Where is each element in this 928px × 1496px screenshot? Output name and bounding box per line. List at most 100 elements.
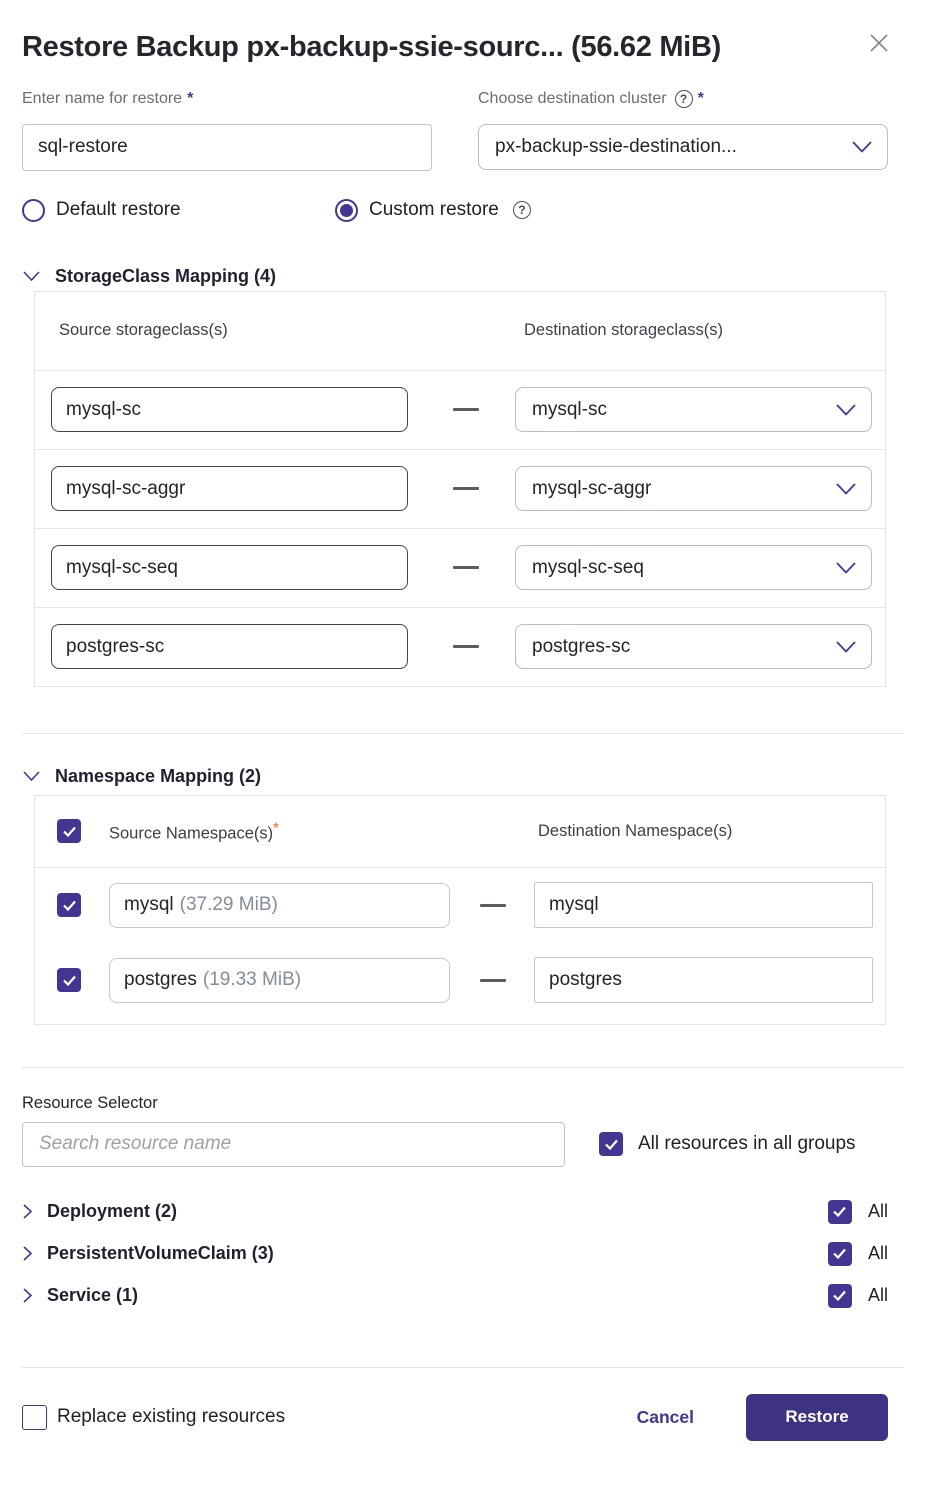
destination-cluster-select[interactable]: px-backup-ssie-destination... [478, 123, 888, 170]
source-namespace-box[interactable]: postgres (19.33 MiB) [109, 957, 450, 1003]
destination-cluster-label-text: Choose destination cluster [478, 89, 667, 107]
source-namespace-size: (37.29 MiB) [179, 894, 278, 915]
namespace-checkbox[interactable] [57, 968, 81, 992]
destination-storageclass-select[interactable]: postgres-sc [515, 624, 872, 669]
chevron-down-icon [23, 271, 40, 282]
chevron-down-icon [23, 771, 40, 782]
dialog-footer: Replace existing resources Cancel Restor… [22, 1393, 888, 1441]
group-all-label: All [867, 1201, 888, 1221]
group-all-toggle[interactable]: All [827, 1199, 888, 1224]
destination-namespace-input[interactable] [534, 957, 873, 1003]
chevron-down-icon [836, 561, 856, 574]
select-all-namespaces-checkbox[interactable] [57, 819, 81, 843]
replace-existing-label: Replace existing resources [57, 1406, 286, 1427]
storageclass-section-title: StorageClass Mapping (4) [55, 265, 277, 286]
chevron-right-icon [23, 1246, 33, 1261]
cancel-button[interactable]: Cancel [637, 1407, 694, 1428]
destination-storageclass-value: mysql-sc [532, 398, 607, 420]
destination-cluster-group: Choose destination cluster ? * px-backup-… [478, 89, 888, 171]
resource-search-row: All resources in all groups [22, 1121, 888, 1167]
radio-custom-label: Custom restore [369, 199, 499, 220]
check-icon [833, 1206, 847, 1218]
source-storageclass-header: Source storageclass(s) [59, 321, 228, 339]
resource-group-deployment[interactable]: Deployment (2) All [22, 1191, 888, 1233]
restore-name-label-text: Enter name for restore [22, 89, 183, 107]
storageclass-row: postgres-sc [35, 606, 885, 686]
check-icon [833, 1248, 847, 1260]
source-namespace-box[interactable]: mysql (37.29 MiB) [109, 882, 450, 928]
check-icon [604, 1139, 618, 1150]
group-all-checkbox[interactable] [827, 1199, 852, 1224]
divider [22, 732, 904, 734]
required-asterisk: * [273, 818, 279, 835]
source-storageclass-input[interactable] [51, 466, 408, 511]
source-namespace-name: mysql [124, 894, 174, 915]
replace-existing-checkbox[interactable] [22, 1404, 47, 1430]
group-all-toggle[interactable]: All [827, 1241, 888, 1266]
group-all-toggle[interactable]: All [827, 1283, 888, 1308]
group-all-label: All [867, 1285, 888, 1305]
close-icon[interactable] [866, 30, 892, 56]
destination-storageclass-value: mysql-sc-aggr [532, 477, 652, 499]
all-resources-toggle[interactable]: All resources in all groups [599, 1132, 856, 1156]
namespace-section-toggle[interactable]: Namespace Mapping (2) [22, 766, 888, 787]
check-icon [62, 975, 76, 986]
replace-existing-toggle[interactable]: Replace existing resources [22, 1404, 286, 1430]
destination-storageclass-value: mysql-sc-seq [532, 556, 644, 578]
radio-default-restore[interactable]: Default restore [22, 198, 335, 222]
restore-name-input[interactable] [22, 123, 432, 171]
source-namespace-size: (19.33 MiB) [202, 969, 302, 990]
namespace-table: Source Namespace(s)* Destination Namespa… [34, 794, 886, 1025]
mapping-dash-icon [453, 566, 479, 569]
storageclass-row: mysql-sc-aggr [35, 448, 885, 528]
source-namespace-header: Source Namespace(s)* [109, 819, 538, 844]
page-title: Restore Backup px-backup-ssie-sourc... (… [22, 31, 721, 63]
destination-storageclass-select[interactable]: mysql-sc-seq [515, 545, 872, 590]
mapping-dash-icon [453, 487, 479, 490]
mapping-dash-icon [453, 408, 479, 411]
namespace-table-header: Source Namespace(s)* Destination Namespa… [35, 796, 885, 868]
help-icon[interactable]: ? [512, 201, 531, 219]
resource-search-input[interactable] [22, 1121, 565, 1167]
check-icon [833, 1290, 847, 1302]
destination-namespace-header: Destination Namespace(s) [538, 821, 733, 840]
restore-name-group: Enter name for restore * [22, 90, 432, 171]
restore-backup-dialog: Restore Backup px-backup-ssie-sourc... (… [0, 0, 928, 1441]
dialog-header: Restore Backup px-backup-ssie-sourc... (… [22, 26, 888, 70]
storageclass-table: Source storageclass(s) Destination stora… [34, 290, 886, 687]
storageclass-row: mysql-sc [35, 369, 885, 449]
storageclass-table-header: Source storageclass(s) Destination stora… [35, 292, 885, 370]
divider [22, 1366, 904, 1368]
restore-button[interactable]: Restore [746, 1393, 888, 1441]
resource-group-pvc[interactable]: PersistentVolumeClaim (3) All [22, 1233, 888, 1275]
source-namespace-name: postgres [124, 969, 197, 990]
destination-storageclass-select[interactable]: mysql-sc [515, 387, 872, 432]
resource-group-label: Service (1) [47, 1285, 139, 1305]
all-resources-checkbox[interactable] [599, 1132, 623, 1156]
destination-storageclass-select[interactable]: mysql-sc-aggr [515, 466, 872, 511]
destination-storageclass-value: postgres-sc [532, 635, 631, 657]
group-all-checkbox[interactable] [827, 1241, 852, 1266]
mapping-dash-icon [480, 978, 506, 982]
restore-name-label: Enter name for restore * [22, 90, 432, 108]
restore-form: Enter name for restore* Choose destinati… [22, 89, 888, 171]
radio-unselected-icon [22, 198, 45, 222]
source-storageclass-input[interactable] [51, 387, 408, 432]
destination-namespace-input[interactable] [534, 882, 873, 928]
storageclass-row: mysql-sc-seq [35, 527, 885, 607]
mapping-dash-icon [453, 645, 479, 648]
destination-cluster-label: Choose destination cluster ? * [478, 89, 888, 108]
resource-group-service[interactable]: Service (1) All [22, 1275, 888, 1317]
radio-custom-restore[interactable]: Custom restore ? [335, 198, 531, 222]
group-all-checkbox[interactable] [827, 1283, 852, 1308]
help-icon[interactable]: ? [674, 89, 693, 108]
source-storageclass-input[interactable] [51, 545, 408, 590]
namespace-section-title: Namespace Mapping (2) [55, 765, 262, 786]
radio-selected-icon [335, 198, 358, 222]
source-storageclass-input[interactable] [51, 624, 408, 669]
group-all-label: All [867, 1243, 888, 1263]
chevron-down-icon [836, 482, 856, 495]
namespace-checkbox[interactable] [57, 893, 81, 917]
required-asterisk: * [697, 89, 704, 107]
storageclass-section-toggle[interactable]: StorageClass Mapping (4) [22, 266, 888, 287]
